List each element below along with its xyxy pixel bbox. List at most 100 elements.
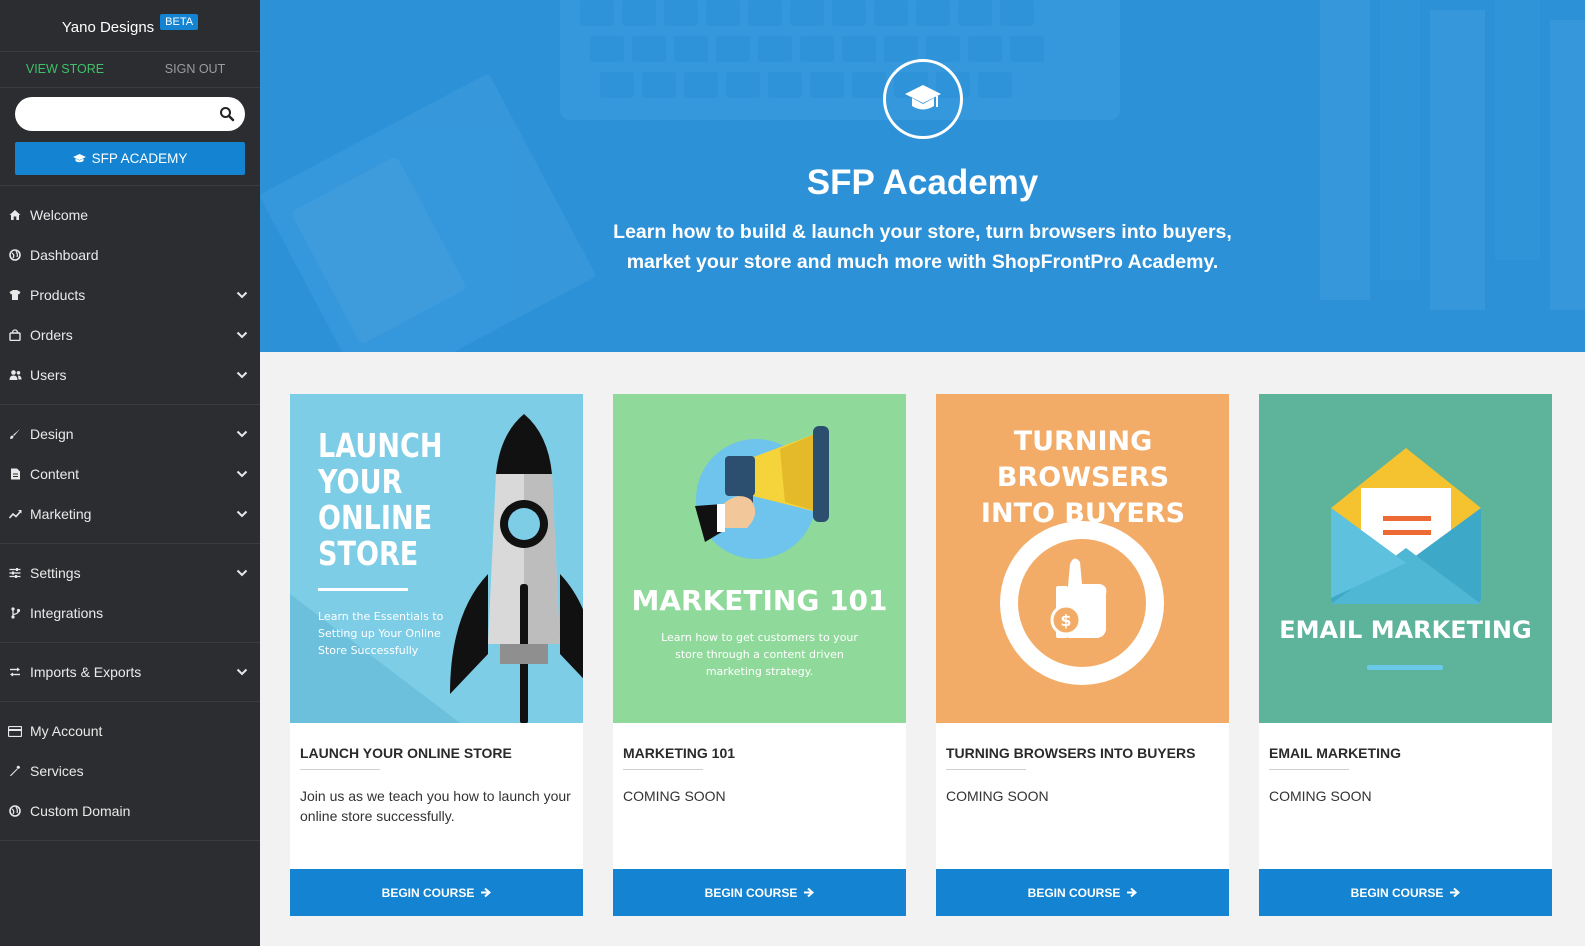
exchange-icon <box>8 665 22 679</box>
begin-course-label: BEGIN COURSE <box>704 885 798 900</box>
search-icon[interactable] <box>219 106 235 122</box>
sidebar-item-label: Products <box>30 287 86 303</box>
begin-course-button[interactable]: BEGIN COURSE <box>290 869 583 916</box>
brand-name: Yano Designs <box>61 19 155 36</box>
course-card-email-marketing: EMAIL MARKETING EMAIL MARKETING COMING SOO… <box>1259 394 1552 916</box>
sliders-icon <box>8 566 22 580</box>
course-card-launch-your-online-store: LAUNCH YOUR ONLINE STORE Learn the Essent… <box>290 394 583 916</box>
nav-group: Imports & Exports <box>0 643 260 702</box>
chevron-down-icon <box>236 569 248 577</box>
sidebar-item-label: Dashboard <box>30 247 99 263</box>
wrench-icon <box>8 764 22 778</box>
course-image-heading: EMAIL MARKETING <box>1279 616 1532 644</box>
chevron-down-icon <box>236 291 248 299</box>
globe-icon <box>8 804 22 818</box>
course-image-heading: MARKETING 101 <box>631 584 888 617</box>
sidebar-item-label: Settings <box>30 565 81 581</box>
academy-logo <box>882 59 963 139</box>
course-image[interactable]: LAUNCH YOUR ONLINE STORE Learn the Essent… <box>290 394 583 723</box>
course-image[interactable]: MARKETING 101 Learn how to get customers … <box>613 394 906 723</box>
sidebar-item-settings[interactable]: Settings <box>0 553 260 593</box>
begin-course-button[interactable]: BEGIN COURSE <box>936 869 1229 916</box>
search-area <box>0 88 260 136</box>
course-cards: LAUNCH YOUR ONLINE STORE Learn the Essent… <box>290 394 1552 916</box>
sidebar-item-label: Orders <box>30 327 73 343</box>
hero-title: SFP Academy <box>806 163 1039 202</box>
trend-icon <box>8 507 22 521</box>
chevron-down-icon <box>236 470 248 478</box>
sidebar: Yano Designs BETA VIEW STORE SIGN OUT SF… <box>0 0 260 946</box>
course-image-caption: Learn how to get customers to your store… <box>661 631 858 678</box>
course-image-divider <box>318 588 408 591</box>
beta-badge: BETA <box>160 13 199 30</box>
course-image-heading: LAUNCH YOUR ONLINE STORE <box>318 426 443 573</box>
sidebar-item-welcome[interactable]: Welcome <box>0 195 260 235</box>
chevron-down-icon <box>236 510 248 518</box>
sidebar-item-label: Users <box>30 367 67 383</box>
chevron-down-icon <box>236 430 248 438</box>
view-store-link[interactable]: VIEW STORE <box>0 52 130 87</box>
arrow-right-icon <box>481 887 492 898</box>
brand-header: Yano Designs BETA <box>0 0 260 52</box>
sidebar-item-my-account[interactable]: My Account <box>0 711 260 751</box>
sidebar-item-integrations[interactable]: Integrations <box>0 593 260 633</box>
sidebar-item-label: Design <box>30 426 74 442</box>
sidebar-item-label: Custom Domain <box>30 803 131 819</box>
shirt-icon <box>8 288 22 302</box>
course-image-caption: Learn the Essentials to Setting up Your … <box>318 610 444 657</box>
begin-course-button[interactable]: BEGIN COURSE <box>613 869 906 916</box>
sidebar-item-content[interactable]: Content <box>0 454 260 494</box>
sidebar-item-users[interactable]: Users <box>0 355 260 395</box>
svg-text:$: $ <box>1060 611 1071 630</box>
sidebar-item-products[interactable]: Products <box>0 275 260 315</box>
sidebar-item-design[interactable]: Design <box>0 414 260 454</box>
nav-group: Settings Integrations <box>0 544 260 643</box>
sidebar-item-label: Imports & Exports <box>30 664 142 680</box>
begin-course-label: BEGIN COURSE <box>1027 885 1121 900</box>
card-icon <box>8 724 22 738</box>
top-links: VIEW STORE SIGN OUT <box>0 52 260 88</box>
course-description: COMING SOON <box>1269 788 1372 804</box>
sidebar-item-dashboard[interactable]: Dashboard <box>0 235 260 275</box>
nav-group: Design Content Marketing <box>0 405 260 544</box>
home-icon <box>8 208 22 222</box>
course-title: EMAIL MARKETING <box>1269 745 1401 761</box>
course-card-turning-browsers-into-buyers: $ TURNING BROWSERS INTO BUYERS TURNING BR… <box>936 394 1229 916</box>
sfp-academy-button[interactable]: SFP ACADEMY <box>15 142 245 175</box>
sidebar-item-custom-domain[interactable]: Custom Domain <box>0 791 260 831</box>
chevron-down-icon <box>236 371 248 379</box>
sidebar-nav: Welcome Dashboard Products Orders Users Desig… <box>0 186 260 841</box>
course-image[interactable]: EMAIL MARKETING <box>1259 394 1552 723</box>
bag-icon <box>8 328 22 342</box>
arrow-right-icon <box>1127 887 1138 898</box>
globe-icon <box>8 248 22 262</box>
sign-out-link[interactable]: SIGN OUT <box>130 52 260 87</box>
chevron-down-icon <box>236 668 248 676</box>
course-image-heading: TURNING BROWSERS INTO BUYERS <box>980 426 1186 529</box>
search-input[interactable] <box>15 97 210 131</box>
sidebar-item-label: Services <box>30 763 84 779</box>
sidebar-item-marketing[interactable]: Marketing <box>0 494 260 534</box>
sidebar-item-label: Marketing <box>30 506 92 522</box>
course-card-marketing-101: MARKETING 101 Learn how to get customers … <box>613 394 906 916</box>
arrow-right-icon <box>804 887 815 898</box>
chevron-down-icon <box>236 331 248 339</box>
course-description: COMING SOON <box>946 788 1049 804</box>
sidebar-item-label: My Account <box>30 723 103 739</box>
begin-course-label: BEGIN COURSE <box>1350 885 1444 900</box>
users-icon <box>8 368 22 382</box>
hero-banner: SFP Academy Learn how to build & launch … <box>260 0 1585 352</box>
begin-course-button[interactable]: BEGIN COURSE <box>1259 869 1552 916</box>
course-title: TURNING BROWSERS INTO BUYERS <box>946 745 1196 761</box>
branch-icon <box>8 606 22 620</box>
sidebar-item-imports-exports[interactable]: Imports & Exports <box>0 652 260 692</box>
nav-group: My Account Services Custom Domain <box>0 702 260 841</box>
academy-button-label: SFP ACADEMY <box>91 151 188 166</box>
arrow-right-icon <box>1450 887 1461 898</box>
hero-content: SFP Academy Learn how to build & launch … <box>260 0 1585 277</box>
sidebar-item-orders[interactable]: Orders <box>0 315 260 355</box>
sidebar-item-services[interactable]: Services <box>0 751 260 791</box>
begin-course-label: BEGIN COURSE <box>381 885 475 900</box>
document-icon <box>8 467 22 481</box>
course-image[interactable]: $ TURNING BROWSERS INTO BUYERS <box>936 394 1229 723</box>
